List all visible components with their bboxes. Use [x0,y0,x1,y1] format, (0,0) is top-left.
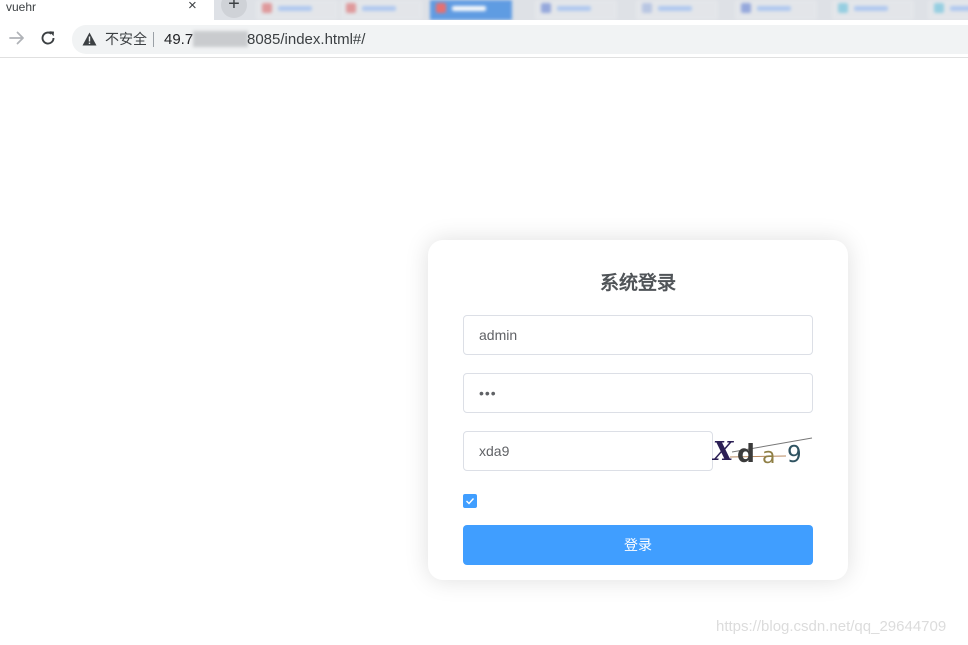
tab-close-icon[interactable]: × [188,0,197,14]
username-input[interactable] [463,315,813,355]
background-tab[interactable] [340,0,422,20]
background-tab[interactable] [256,0,338,20]
url-redaction [193,31,248,47]
address-bar[interactable]: 不安全 49.7 8085/index.html#/ [72,25,968,54]
tab-title: vuehr [6,0,37,14]
captcha-char: X [712,437,735,467]
login-button[interactable]: 登录 [463,525,813,565]
background-tab[interactable] [430,0,512,20]
background-tab[interactable] [636,0,718,20]
login-card: 系统登录 X d a 9 登录 [428,240,848,580]
new-tab-button[interactable]: + [221,0,247,18]
background-tab[interactable] [735,0,817,20]
warning-triangle-icon[interactable] [82,32,97,46]
url-text-path: 8085/index.html#/ [247,31,366,48]
page-title: 系统登录 [599,273,676,294]
arrow-forward-icon[interactable] [8,29,26,47]
checkmark-icon [466,498,475,505]
captcha-char: a [762,444,775,469]
captcha-image[interactable]: X d a 9 [712,431,814,471]
remember-checkbox[interactable] [463,494,477,508]
url-text-host: 49.7 [164,31,194,48]
address-divider [153,32,154,47]
browser-toolbar: 不安全 49.7 8085/index.html#/ [0,20,968,58]
background-tab[interactable] [928,0,968,20]
browser-tab-strip: vuehr × + [0,0,968,20]
background-tab[interactable] [832,0,914,20]
verify-code-input[interactable] [463,431,713,471]
captcha-char: d [737,439,755,468]
security-status[interactable]: 不安全 [105,32,147,47]
captcha-char: 9 [787,442,802,468]
background-tab[interactable] [535,0,617,20]
watermark: https://blog.csdn.net/qq_29644709 [716,618,947,635]
reload-icon[interactable] [39,29,57,47]
browser-tab-vuehr[interactable]: vuehr × [0,0,214,20]
password-input[interactable] [463,373,813,413]
